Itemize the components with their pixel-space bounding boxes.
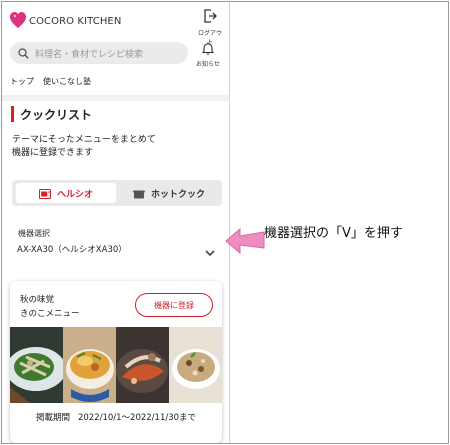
search-placeholder: 料理名・食材でレシピ検索 <box>35 49 144 60</box>
search-icon <box>18 44 29 63</box>
screenshot-frame: COCORO KITCHEN ログアウト 料理名・食材でレシピ検索 お知らせ ト… <box>1 1 449 444</box>
period-value: 2022/10/1～2022/11/30まで <box>77 413 197 423</box>
dish-photo-greens <box>10 327 63 403</box>
tab-hotcook-label: ホットクック <box>150 189 205 200</box>
card-title-line-2: きのこメニュー <box>20 309 80 319</box>
tab-hotcook[interactable]: ホットクック <box>120 183 218 203</box>
notification-label: お知らせ <box>196 61 220 68</box>
register-to-device-button[interactable]: 機器に登録 <box>135 293 213 317</box>
menu-photos <box>10 327 222 403</box>
appliance-tabs: ヘルシオ ホットクック <box>12 180 222 206</box>
nav-tips[interactable]: 使いこなし塾 <box>43 76 91 87</box>
chevron-down-icon[interactable] <box>204 243 216 262</box>
bell-icon <box>201 40 215 59</box>
device-select-value: AX-XA30（ヘルシオXA30） <box>17 245 127 255</box>
description-line-1: テーマにそったメニューをまとめて <box>12 135 156 145</box>
pot-icon <box>132 184 145 203</box>
section-divider <box>2 95 229 101</box>
device-select-label: 機器選択 <box>18 229 50 238</box>
cooklist-card[interactable]: 秋の味覚 きのこメニュー 機器に登録 掲載期間 2022/10/1～2022/1… <box>10 281 222 443</box>
oven-icon <box>38 184 52 203</box>
title-accent-bar <box>11 106 14 122</box>
search-input[interactable]: 料理名・食材でレシピ検索 <box>10 42 188 64</box>
device-select[interactable]: AX-XA30（ヘルシオXA30） <box>12 239 222 259</box>
tab-healsio[interactable]: ヘルシオ <box>16 183 116 203</box>
nav-top[interactable]: トップ <box>10 76 34 87</box>
heart-logo-icon <box>10 12 26 30</box>
card-title-line-1: 秋の味覚 <box>20 295 55 305</box>
publication-period: 掲載期間 2022/10/1～2022/11/30まで <box>10 411 222 423</box>
global-nav: トップ 使いこなし塾 <box>10 76 91 87</box>
notification-button[interactable]: お知らせ <box>196 40 220 68</box>
page-title: クックリスト <box>20 108 93 122</box>
dish-photo-mushroom-rice <box>169 327 222 403</box>
annotation-text: 機器選択の「V」を押す <box>264 226 403 241</box>
brand-name: COCORO KITCHEN <box>29 15 122 27</box>
tab-healsio-label: ヘルシオ <box>56 189 93 200</box>
dish-photo-rice-bowl <box>63 327 116 403</box>
period-label: 掲載期間 <box>35 413 70 423</box>
logout-icon <box>203 8 217 27</box>
description-line-2: 機器に登録できます <box>12 148 94 158</box>
annotation-arrow-icon <box>225 227 265 255</box>
app-header: COCORO KITCHEN ログアウト 料理名・食材でレシピ検索 お知らせ ト… <box>2 2 229 98</box>
page-description: テーマにそったメニューをまとめて 機器に登録できます <box>12 134 212 160</box>
phone-screen: COCORO KITCHEN ログアウト 料理名・食材でレシピ検索 お知らせ ト… <box>2 2 230 443</box>
brand-logo[interactable]: COCORO KITCHEN <box>10 12 121 30</box>
dish-photo-fish <box>116 327 169 403</box>
